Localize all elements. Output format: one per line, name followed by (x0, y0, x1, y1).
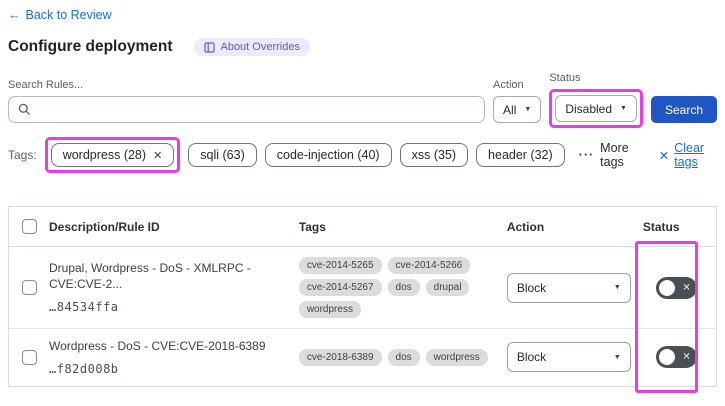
ellipsis-icon: ··· (578, 148, 595, 162)
clear-tags-label: Clear tags (674, 141, 705, 169)
column-header-tags: Tags (292, 206, 501, 247)
more-tags-button[interactable]: ··· More tags (579, 141, 641, 169)
toggle-knob (658, 279, 675, 296)
table-row: Drupal, Wordpress - DoS - XMLRPC - CVE:C… (9, 247, 717, 329)
toggle-off-icon: ✕ (682, 282, 691, 293)
tags-bar: Tags: wordpress (28) ✕ sqli (63) code-in… (8, 137, 717, 173)
tag-pill: drupal (425, 279, 470, 296)
status-filter-value: Disabled (565, 101, 613, 116)
page-header: Configure deployment About Overrides (8, 38, 717, 56)
column-header-description: Description/Rule ID (43, 206, 293, 247)
search-icon (18, 103, 31, 116)
row-checkbox[interactable] (22, 280, 37, 295)
about-overrides-label: About Overrides (220, 41, 300, 53)
row-action-select[interactable]: Block ▼ (506, 272, 631, 303)
tag-pill: cve-2018-6389 (298, 348, 382, 366)
tag-chip-wordpress[interactable]: wordpress (28) ✕ (50, 143, 175, 167)
tag-pill: wordpress (425, 348, 488, 366)
back-arrow-icon: ← (8, 8, 21, 22)
search-button[interactable]: Search (650, 96, 717, 123)
tag-chip-code-injection[interactable]: code-injection (40) (264, 143, 392, 167)
action-filter-value: All (503, 102, 517, 117)
row-checkbox[interactable] (22, 349, 37, 365)
more-tags-label: More tags (600, 141, 629, 169)
table-header-row: Description/Rule ID Tags Action Status (8, 206, 717, 247)
status-toggle[interactable]: ✕ (655, 276, 697, 299)
tags-label: Tags: (8, 148, 37, 162)
select-all-checkbox[interactable] (22, 219, 37, 234)
chevron-down-icon: ▼ (524, 106, 532, 113)
remove-tag-icon[interactable]: ✕ (153, 149, 162, 162)
clear-tags-button[interactable]: ✕ Clear tags (659, 141, 717, 169)
tag-pill: cve-2014-5266 (387, 257, 471, 274)
chevron-down-icon: ▼ (613, 284, 621, 291)
about-overrides-badge[interactable]: About Overrides (194, 38, 310, 56)
row-action-value: Block (516, 350, 547, 365)
tag-pill: cve-2014-5267 (298, 279, 382, 296)
status-filter-select[interactable]: Disabled ▼ (555, 95, 637, 122)
rule-id: …f82d008b (49, 361, 119, 376)
column-header-status: Status (636, 206, 717, 247)
book-icon (204, 41, 216, 53)
rule-description: Wordpress - DoS - CVE:CVE-2018-6389 (49, 339, 266, 353)
tag-pill: dos (387, 279, 420, 296)
row-action-select[interactable]: Block ▼ (506, 342, 631, 373)
tag-chip-xss[interactable]: xss (35) (399, 143, 469, 167)
status-toggle[interactable]: ✕ (655, 346, 697, 369)
rule-id: …84534ffa (49, 299, 119, 314)
filter-bar: Search Rules... Action All ▼ Status Disa… (8, 72, 717, 128)
status-label: Status (549, 72, 581, 84)
close-icon: ✕ (658, 148, 670, 163)
back-to-review-link[interactable]: ← Back to Review (8, 8, 112, 22)
rules-table: Description/Rule ID Tags Action Status D… (8, 206, 717, 393)
rule-tags: cve-2018-6389 dos wordpress (298, 348, 495, 366)
search-rules-input[interactable] (8, 96, 486, 123)
tag-pill: cve-2014-5265 (298, 257, 382, 274)
table-row: Wordpress - DoS - CVE:CVE-2018-6389 …f82… (8, 328, 717, 387)
rule-description: Drupal, Wordpress - DoS - XMLRPC - CVE:C… (49, 261, 251, 291)
toggle-knob (658, 349, 675, 366)
chevron-down-icon: ▼ (613, 353, 621, 361)
search-rules-label: Search Rules... (8, 79, 84, 91)
status-filter-highlight: Disabled ▼ (549, 89, 643, 128)
tag-chip-label: wordpress (28) (62, 148, 147, 162)
row-action-value: Block (516, 280, 547, 295)
tag-pill: wordpress (298, 301, 361, 318)
rule-tags: cve-2014-5265 cve-2014-5266 cve-2014-5267 d… (298, 257, 495, 318)
action-filter-select[interactable]: All ▼ (493, 96, 542, 123)
page-title: Configure deployment (8, 38, 173, 55)
tag-chip-sqli[interactable]: sqli (63) (188, 143, 257, 167)
tag-chip-header[interactable]: header (32) (476, 143, 565, 167)
chevron-down-icon: ▼ (620, 105, 627, 112)
back-link-label: Back to Review (25, 8, 112, 22)
selected-tag-highlight: wordpress (28) ✕ (44, 137, 181, 173)
column-header-action: Action (500, 206, 637, 247)
tag-pill: dos (387, 348, 420, 366)
toggle-off-icon: ✕ (682, 351, 691, 363)
action-label: Action (493, 79, 524, 91)
